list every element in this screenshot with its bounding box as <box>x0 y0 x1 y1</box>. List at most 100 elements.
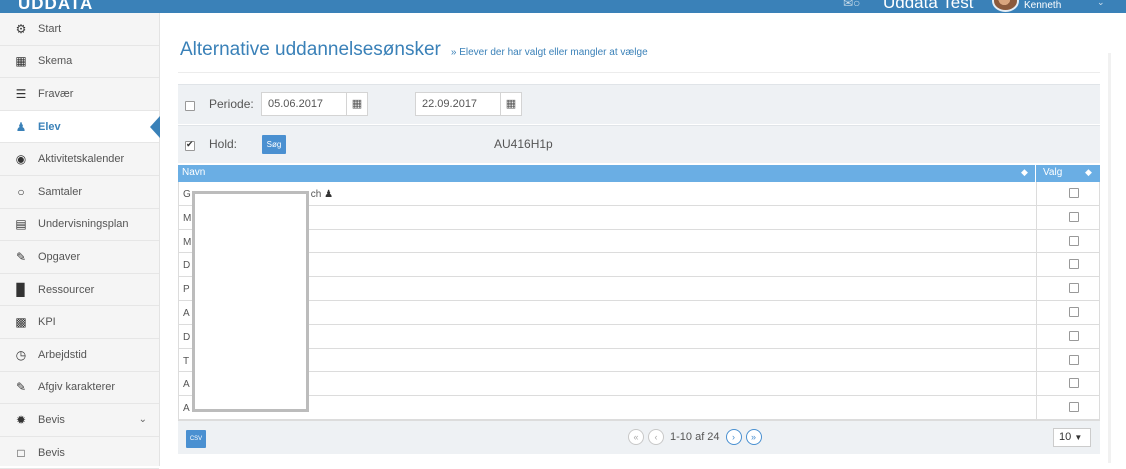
hold-filter: Hold: Søg AU416H1p <box>178 125 1100 163</box>
table-row[interactable]: T <box>178 348 1100 373</box>
column-header-valg[interactable]: Valg <box>1043 167 1062 178</box>
sidebar-item-aktivitetskalender[interactable]: ◉ Aktivitetskalender <box>0 143 159 176</box>
valg-checkbox[interactable] <box>1069 235 1079 246</box>
column-header-navn[interactable]: Navn <box>182 167 205 178</box>
valg-checkbox[interactable] <box>1069 378 1079 389</box>
date-from-input[interactable]: 05.06.2017 <box>261 92 347 116</box>
sidebar-item-bevis[interactable]: ✹ Bevis ⌄ <box>0 404 159 437</box>
sidebar-item-label: Elev <box>38 120 61 133</box>
students-table: Navn ◆ Valg ◆ Gch ♟ M M D P A D T A A CS… <box>178 165 1100 454</box>
prev-page-icon[interactable]: ‹ <box>648 428 664 445</box>
table-row[interactable]: M <box>178 229 1100 254</box>
eye-icon: ◉ <box>15 152 27 167</box>
active-indicator <box>150 115 160 138</box>
sidebar-item-opgaver[interactable]: ✎ Opgaver <box>0 241 159 274</box>
sidebar-item-label: Opgaver <box>38 250 81 263</box>
valg-checkbox[interactable] <box>1069 330 1079 341</box>
page-subtitle: » Elever der har valgt eller mangler at … <box>450 47 648 58</box>
per-page-select[interactable]: 10 ▼ <box>1053 427 1091 447</box>
valg-checkbox[interactable] <box>1069 283 1079 294</box>
student-name: A <box>183 379 190 391</box>
clock-icon: ◷ <box>15 347 27 362</box>
table-row[interactable]: A <box>178 300 1100 325</box>
table-header: Navn ◆ Valg ◆ <box>178 165 1100 182</box>
sidebar: ⚙ Start ▦ Skema ☰ Fravær ♟ Elev ◉ Aktivi… <box>0 13 160 469</box>
sidebar-item-start[interactable]: ⚙ Start <box>0 13 159 46</box>
search-button[interactable]: Søg <box>262 135 286 154</box>
next-page-icon[interactable]: › <box>725 428 742 445</box>
table-row[interactable]: A <box>178 396 1100 420</box>
student-name: A <box>183 307 190 319</box>
sidebar-item-skema[interactable]: ▦ Skema <box>0 46 159 79</box>
first-page-icon[interactable]: « <box>628 428 644 445</box>
hold-label: Hold: <box>209 137 238 151</box>
student-name: M <box>183 236 192 248</box>
file-icon: □ <box>17 445 25 460</box>
periode-label: Periode: <box>209 97 254 111</box>
sort-icon[interactable]: ◆ <box>1021 167 1028 178</box>
sidebar-item-fravaer[interactable]: ☰ Fravær <box>0 78 159 111</box>
periode-checkbox[interactable] <box>185 101 195 111</box>
calendar-icon[interactable]: ▦ <box>346 92 368 116</box>
valg-checkbox[interactable] <box>1069 188 1079 198</box>
pencil-icon: ✎ <box>15 380 27 395</box>
sidebar-item-label: Afgiv karakterer <box>38 381 116 394</box>
student-name: M <box>183 212 192 224</box>
sidebar-item-label: Arbejdstid <box>38 348 87 361</box>
app-logo[interactable]: UDDATA <box>18 0 93 13</box>
csv-button[interactable]: CSV <box>186 429 206 448</box>
top-navbar: UDDATA ✉○ Uddata Test Kenneth ⌄ <box>0 0 1126 13</box>
calendar-icon[interactable]: ▦ <box>500 92 522 116</box>
date-to-input[interactable]: 22.09.2017 <box>415 92 501 116</box>
pagination: « ‹ 1-10 af 24 › » <box>628 428 766 445</box>
sort-icon[interactable]: ◆ <box>1085 167 1092 178</box>
user-icon: ♟ <box>324 189 334 200</box>
calendar-icon: ▦ <box>15 54 27 69</box>
user-icon: ♟ <box>15 119 27 134</box>
user-name[interactable]: Kenneth <box>1024 0 1061 11</box>
table-row[interactable]: A <box>178 372 1100 397</box>
sidebar-item-undervisningsplan[interactable]: ▤ Undervisningsplan <box>0 209 159 242</box>
table-icon: ▤ <box>15 217 27 232</box>
student-name-suffix: ch <box>310 189 322 200</box>
sidebar-item-label: Aktivitetskalender <box>38 153 125 166</box>
avatar[interactable] <box>992 0 1019 12</box>
table-row[interactable]: D <box>178 253 1100 278</box>
valg-checkbox[interactable] <box>1069 354 1079 365</box>
last-page-icon[interactable]: » <box>745 428 762 445</box>
valg-checkbox[interactable] <box>1069 402 1079 413</box>
table-row[interactable]: P <box>178 277 1100 301</box>
table-footer: CSV « ‹ 1-10 af 24 › » 10 ▼ <box>178 419 1100 454</box>
student-name: A <box>183 403 190 415</box>
school-name[interactable]: Uddata Test <box>883 0 973 13</box>
sidebar-item-kpi[interactable]: ▩ KPI <box>0 306 159 339</box>
dropdown-arrow-icon: ▼ <box>1074 432 1083 442</box>
student-name: T <box>183 355 190 367</box>
folder-icon: ▉ <box>16 282 26 297</box>
student-name: P <box>183 284 190 296</box>
notification-icon[interactable]: ✉○ <box>843 0 860 10</box>
sidebar-item-elev[interactable]: ♟ Elev <box>0 110 160 144</box>
chevron-down-icon[interactable]: ⌄ <box>1097 0 1105 8</box>
sidebar-item-arbejdstid[interactable]: ◷ Arbejdstid <box>0 339 159 372</box>
sidebar-item-ressourcer[interactable]: ▉ Ressourcer <box>0 274 159 307</box>
table-row[interactable]: M <box>178 205 1100 230</box>
valg-checkbox[interactable] <box>1069 211 1079 222</box>
periode-filter: Periode: 05.06.2017 ▦ 22.09.2017 ▦ <box>178 84 1100 124</box>
hold-checkbox[interactable] <box>185 139 195 151</box>
list-icon: ☰ <box>15 86 27 101</box>
student-name: D <box>183 331 191 343</box>
table-row[interactable]: Gch ♟ <box>178 182 1100 206</box>
scrollbar[interactable] <box>1108 53 1111 463</box>
table-row[interactable]: D <box>178 324 1100 349</box>
sidebar-item-label: Bevis <box>38 446 65 459</box>
student-name: D <box>183 260 191 272</box>
sidebar-item-bevis-2[interactable]: □ Bevis <box>0 437 159 469</box>
sidebar-item-samtaler[interactable]: ○ Samtaler <box>0 176 159 209</box>
valg-checkbox[interactable] <box>1069 259 1079 270</box>
sidebar-item-label: Bevis <box>38 413 65 426</box>
redaction-box <box>192 191 309 412</box>
valg-checkbox[interactable] <box>1069 306 1079 317</box>
page-header: Alternative uddannelsesønsker » Elever d… <box>180 39 648 61</box>
sidebar-item-afgiv-karakterer[interactable]: ✎ Afgiv karakterer <box>0 372 159 405</box>
